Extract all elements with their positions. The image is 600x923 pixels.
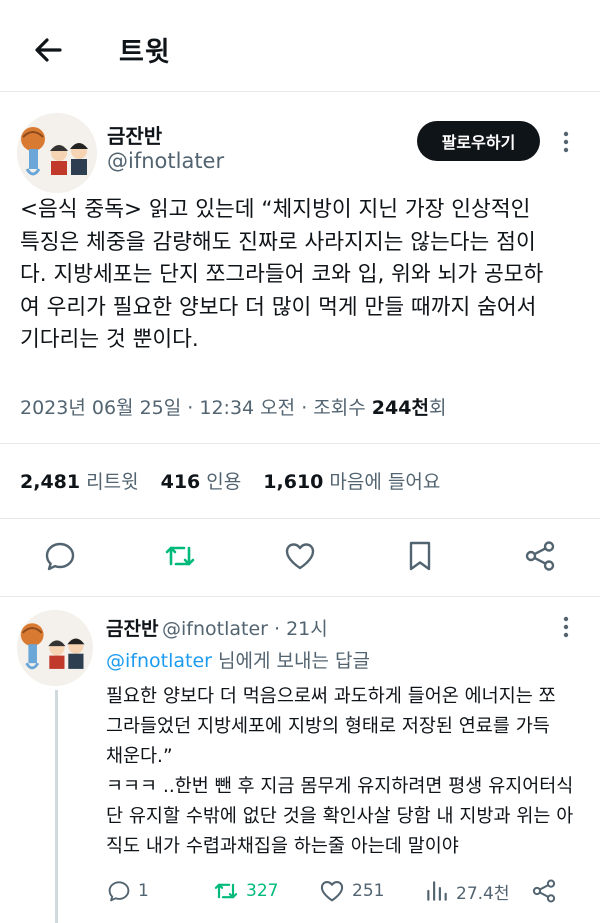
bookmark-icon[interactable] xyxy=(402,538,438,574)
reply-to-handle-link[interactable]: @ifnotlater xyxy=(106,650,212,672)
reply-text-line: 필요한 양보다 더 먹음으로써 과도하게 들어온 에너지는 쪼 xyxy=(106,686,556,707)
avatar[interactable] xyxy=(17,113,97,193)
retweets-label: 리트윗 xyxy=(86,471,139,493)
retweet-icon[interactable] xyxy=(162,538,198,574)
reply-icon xyxy=(108,881,130,902)
tweet-text-line: 특징은 체중을 감량해도 진짜로 사라지지는 않는다는 점이 xyxy=(20,229,536,255)
reply-text-line: 단 유지할 수밖에 없단 것을 확인사살 당함 내 지방과 위는 아 xyxy=(106,806,574,827)
reply-views-count: 27.4천 xyxy=(456,883,510,904)
views-suffix: 회 xyxy=(428,397,447,419)
back-arrow-icon[interactable] xyxy=(30,32,66,68)
share-icon[interactable] xyxy=(522,538,558,574)
tweet-text: <음식 중독> 읽고 있는데 “체지방이 지닌 가장 인상적인 특징은 체중을 … xyxy=(20,194,580,357)
reply-share-button[interactable] xyxy=(530,876,564,906)
more-options-icon[interactable] xyxy=(556,127,576,157)
reply-replies-count: 1 xyxy=(138,881,149,901)
heart-icon[interactable] xyxy=(282,538,318,574)
reply-text-line: 채운다.” xyxy=(106,746,173,767)
reply-likes-count: 251 xyxy=(352,881,385,901)
author-handle[interactable]: @ifnotlater xyxy=(107,149,224,173)
more-options-icon[interactable] xyxy=(556,612,576,642)
author-name[interactable]: 금잔반 xyxy=(107,120,162,149)
reply-text-line: ㅋㅋㅋ ..한번 뺀 후 지금 몸무게 유지하려면 평생 유지어터식 xyxy=(106,776,574,797)
avatar[interactable] xyxy=(17,610,93,686)
reply-retweets-count: 327 xyxy=(246,881,279,901)
page-title: 트윗 xyxy=(119,37,171,68)
retweets-count: 2,481 xyxy=(20,471,81,493)
divider xyxy=(0,443,600,444)
retweet-icon xyxy=(214,883,238,899)
tweet-text-line: <음식 중독> 읽고 있는데 “체지방이 지닌 가장 인상적인 xyxy=(20,197,531,222)
likes-count: 1,610 xyxy=(263,471,324,493)
follow-button[interactable]: 팔로우하기 xyxy=(417,121,540,161)
views-count[interactable]: 244천 xyxy=(372,397,429,419)
quotes-label: 인용 xyxy=(206,471,242,493)
reply-handle-text[interactable]: @ifnotlater xyxy=(162,618,268,640)
replying-to: @ifnotlater 님에게 보내는 답글 xyxy=(106,646,370,673)
heart-icon xyxy=(320,881,344,902)
divider xyxy=(0,518,600,519)
thread-line xyxy=(55,690,58,923)
views-label: 조회수 xyxy=(313,397,366,419)
divider xyxy=(0,596,600,597)
share-icon xyxy=(532,879,556,903)
likes-stat[interactable]: 1,610 마음에 들어요 xyxy=(263,471,456,493)
reply-author-handle: @ifnotlater · 21시 xyxy=(162,618,328,640)
reply-text-line: 직도 내가 수렵과채집을 하는줄 아는데 말이야 xyxy=(106,836,459,857)
top-bar: 트윗 xyxy=(0,0,600,92)
tweet-text-line: 여 우리가 필요한 양보다 더 많이 먹게 만들 때까지 숨어서 xyxy=(20,294,537,320)
tweet-text-line: 다. 지방세포는 단지 쪼그라들어 코와 입, 위와 뇌가 공모하 xyxy=(20,262,544,287)
reply-text: 필요한 양보다 더 먹음으로써 과도하게 들어온 에너지는 쪼 그라들었던 지방… xyxy=(106,682,586,862)
tweet-stats: 2,481 리트윗 416 인용 1,610 마음에 들어요 xyxy=(20,467,456,494)
reply-time: 21시 xyxy=(286,618,328,640)
tweet-time: 12:34 오전 xyxy=(199,397,296,419)
likes-label: 마음에 들어요 xyxy=(329,471,441,493)
views-chart-icon xyxy=(427,881,447,901)
tweet-date: 2023년 06월 25일 xyxy=(20,397,182,419)
tweet-meta: 2023년 06월 25일 · 12:34 오전 · 조회수 244천회 xyxy=(20,397,447,419)
reply-icon[interactable] xyxy=(42,538,78,574)
tweet-text-line: 기다리는 것 뿐이다. xyxy=(20,327,199,352)
quotes-stat[interactable]: 416 인용 xyxy=(161,471,258,493)
reply-like-button[interactable]: 251 xyxy=(318,876,384,906)
reply-reply-button[interactable]: 1 xyxy=(106,876,149,906)
retweets-stat[interactable]: 2,481 리트윗 xyxy=(20,471,155,493)
reply-text-line: 그라들었던 지방세포에 지방의 형태로 저장된 연료를 가득 xyxy=(106,716,550,737)
reply-retweet-button[interactable]: 327 xyxy=(212,876,278,906)
reply-views-button[interactable]: 27.4천 xyxy=(424,876,510,906)
quotes-count: 416 xyxy=(160,471,201,493)
reply-author-name[interactable]: 금잔반 xyxy=(106,614,158,641)
reply-to-suffix: 님에게 보내는 답글 xyxy=(218,650,370,672)
